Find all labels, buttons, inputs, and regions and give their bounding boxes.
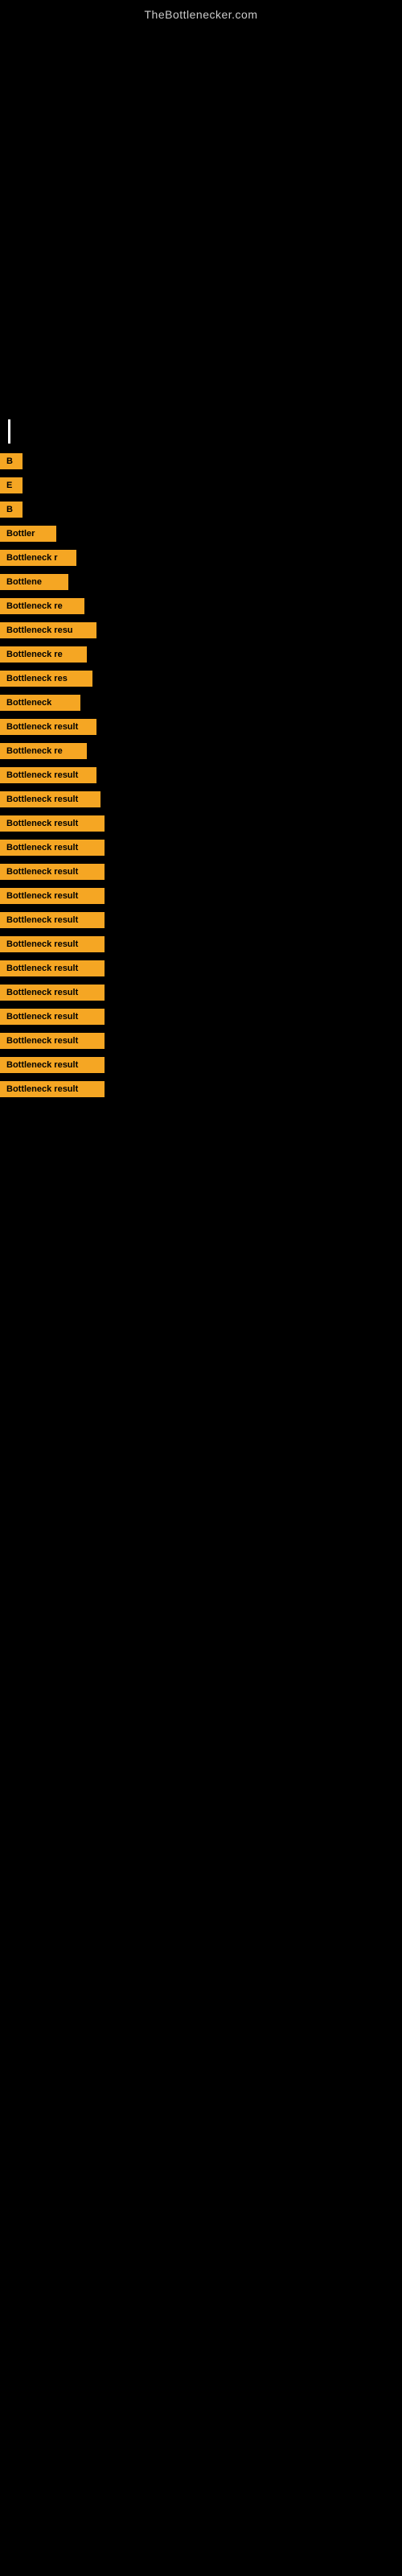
result-item: Bottleneck result	[0, 1080, 402, 1099]
results-container: BEB Bottler Bottleneck r Bottlene Bottleneck…	[0, 452, 402, 1120]
result-item: B	[0, 500, 402, 519]
result-item: Bottleneck result	[0, 862, 402, 881]
result-label[interactable]: Bottleneck re	[0, 646, 87, 663]
result-label[interactable]: Bottleneck result	[0, 1081, 105, 1097]
result-item: Bottleneck re	[0, 597, 402, 616]
result-item: Bottleneck result	[0, 910, 402, 930]
result-item: Bottleneck result	[0, 790, 402, 809]
result-label[interactable]: Bottleneck re	[0, 598, 84, 614]
result-label[interactable]: B	[0, 502, 23, 518]
result-label[interactable]: Bottleneck result	[0, 719, 96, 735]
result-label[interactable]: Bottleneck result	[0, 1009, 105, 1025]
result-item: Bottleneck result	[0, 717, 402, 737]
top-section	[0, 25, 402, 411]
result-label[interactable]: Bottleneck result	[0, 864, 105, 880]
result-label[interactable]: Bottleneck resu	[0, 622, 96, 638]
result-item: Bottler	[0, 524, 402, 543]
result-item: Bottlene	[0, 572, 402, 592]
result-label[interactable]: Bottleneck result	[0, 960, 105, 976]
result-item: Bottleneck re	[0, 741, 402, 761]
result-label[interactable]: Bottleneck	[0, 695, 80, 711]
result-item: Bottleneck res	[0, 669, 402, 688]
result-item: Bottleneck result	[0, 814, 402, 833]
result-label[interactable]: Bottleneck result	[0, 1057, 105, 1073]
result-label[interactable]: E	[0, 477, 23, 493]
result-item: Bottleneck result	[0, 838, 402, 857]
result-label[interactable]: Bottleneck result	[0, 1033, 105, 1049]
result-item: Bottleneck result	[0, 1031, 402, 1051]
result-label[interactable]: B	[0, 453, 23, 469]
result-label[interactable]: Bottleneck r	[0, 550, 76, 566]
result-item: Bottleneck r	[0, 548, 402, 568]
result-item: Bottleneck result	[0, 959, 402, 978]
result-item: Bottleneck result	[0, 983, 402, 1002]
result-item: Bottleneck result	[0, 935, 402, 954]
result-item: Bottleneck result	[0, 766, 402, 785]
result-label[interactable]: Bottleneck result	[0, 791, 100, 807]
result-label[interactable]: Bottleneck result	[0, 767, 96, 783]
result-item: E	[0, 476, 402, 495]
result-label[interactable]: Bottleneck result	[0, 888, 105, 904]
result-label[interactable]: Bottleneck re	[0, 743, 87, 759]
result-label[interactable]: Bottleneck result	[0, 936, 105, 952]
result-item: Bottleneck result	[0, 1055, 402, 1075]
result-item: Bottleneck	[0, 693, 402, 712]
result-label[interactable]: Bottleneck result	[0, 985, 105, 1001]
separator	[8, 419, 10, 444]
result-label[interactable]: Bottlene	[0, 574, 68, 590]
result-label[interactable]: Bottler	[0, 526, 56, 542]
result-item: B	[0, 452, 402, 471]
result-item: Bottleneck resu	[0, 621, 402, 640]
result-item: Bottleneck re	[0, 645, 402, 664]
result-item: Bottleneck result	[0, 886, 402, 906]
result-label[interactable]: Bottleneck result	[0, 840, 105, 856]
site-title: TheBottlenecker.com	[0, 0, 402, 25]
result-label[interactable]: Bottleneck res	[0, 671, 92, 687]
result-item: Bottleneck result	[0, 1007, 402, 1026]
result-label[interactable]: Bottleneck result	[0, 815, 105, 832]
result-label[interactable]: Bottleneck result	[0, 912, 105, 928]
